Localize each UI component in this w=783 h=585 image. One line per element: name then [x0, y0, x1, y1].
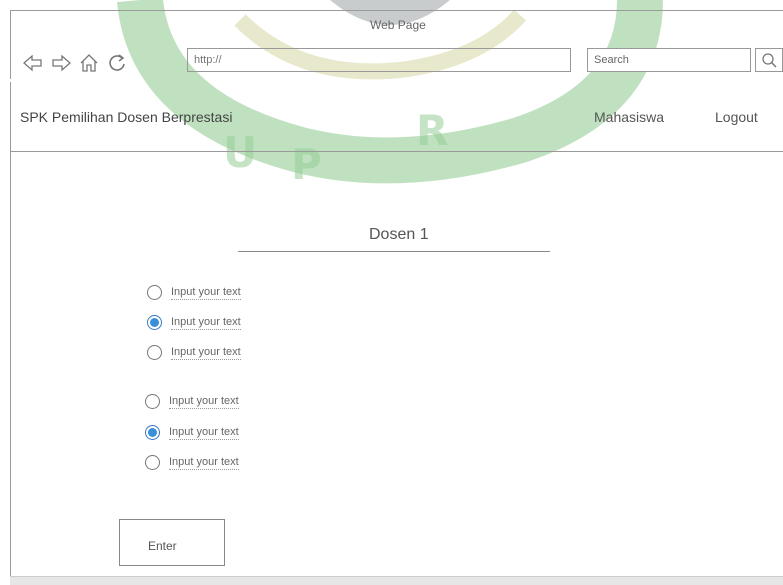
back-icon[interactable]: [22, 52, 44, 74]
title-divider: [238, 251, 550, 252]
search-icon: [762, 53, 777, 68]
radio-label: Input your text: [171, 315, 241, 330]
radio-button[interactable]: [145, 394, 160, 409]
radio-button[interactable]: [145, 455, 160, 470]
radio-option[interactable]: Input your text: [147, 315, 241, 330]
radio-option[interactable]: Input your text: [147, 285, 241, 300]
address-bar[interactable]: http://: [187, 48, 571, 72]
radio-label: Input your text: [169, 425, 239, 440]
radio-option[interactable]: Input your text: [145, 425, 239, 440]
refresh-icon[interactable]: [106, 52, 128, 74]
search-button[interactable]: [755, 48, 783, 72]
content-area: [10, 152, 783, 576]
app-title: SPK Pemilihan Dosen Berprestasi: [20, 109, 233, 125]
nav-link-mahasiswa[interactable]: Mahasiswa: [594, 109, 664, 125]
nav-link-logout[interactable]: Logout: [715, 109, 758, 125]
window-title: Web Page: [370, 18, 426, 32]
search-input[interactable]: Search: [587, 48, 751, 72]
radio-option[interactable]: Input your text: [147, 345, 241, 360]
radio-option[interactable]: Input your text: [145, 394, 239, 409]
radio-button[interactable]: [147, 285, 162, 300]
radio-button[interactable]: [147, 345, 162, 360]
radio-option[interactable]: Input your text: [145, 455, 239, 470]
home-icon[interactable]: [78, 52, 100, 74]
radio-label: Input your text: [169, 455, 239, 470]
section-title: Dosen 1: [369, 226, 429, 243]
radio-button-selected[interactable]: [145, 425, 160, 440]
forward-icon[interactable]: [50, 52, 72, 74]
radio-label: Input your text: [171, 345, 241, 360]
enter-button[interactable]: Enter: [119, 519, 225, 566]
radio-label: Input your text: [169, 394, 239, 409]
radio-button-selected[interactable]: [147, 315, 162, 330]
radio-label: Input your text: [171, 285, 241, 300]
